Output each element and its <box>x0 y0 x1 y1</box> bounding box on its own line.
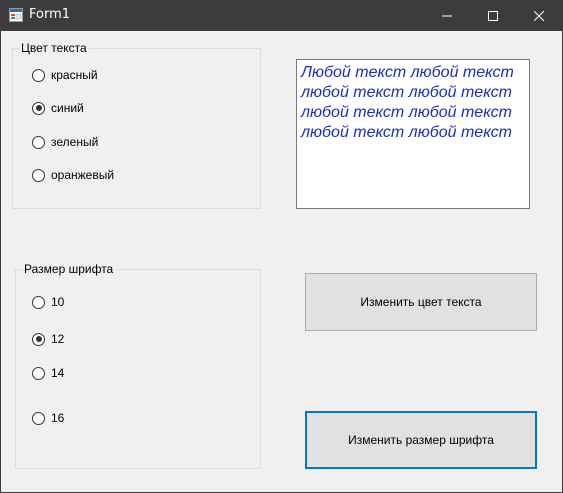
size-radio-10[interactable]: 10 <box>32 295 64 309</box>
radio-label: синий <box>51 101 84 115</box>
form-window: Form1 Цвет текста красный синий зеленый … <box>0 0 563 493</box>
close-button[interactable] <box>516 1 562 31</box>
text-line: любой текст любой текст <box>301 84 512 101</box>
sample-text-box[interactable]: Любой текст любой текст любой текст любо… <box>296 59 530 209</box>
size-radio-12[interactable]: 12 <box>32 332 64 346</box>
minimize-button[interactable] <box>424 1 470 31</box>
radio-button-indicator[interactable] <box>32 332 45 346</box>
change-font-size-button[interactable]: Изменить размер шрифта <box>305 411 537 469</box>
change-color-button[interactable]: Изменить цвет текста <box>305 273 537 331</box>
radio-label: зеленый <box>51 135 99 149</box>
text-line: любой текст любой текст <box>301 124 512 141</box>
maximize-icon <box>488 11 498 21</box>
color-radio-orange[interactable]: оранжевый <box>32 168 114 182</box>
radio-button-indicator[interactable] <box>32 168 45 182</box>
form-icon <box>9 8 23 22</box>
radio-label: 12 <box>51 332 65 346</box>
maximize-button[interactable] <box>470 1 516 31</box>
radio-button-indicator[interactable] <box>32 295 45 309</box>
minimize-icon <box>442 15 452 17</box>
window-title: Form1 <box>29 7 71 22</box>
color-radio-green[interactable]: зеленый <box>32 135 98 149</box>
color-radio-red[interactable]: красный <box>32 68 98 82</box>
close-icon <box>534 11 544 21</box>
size-radio-16[interactable]: 16 <box>32 411 64 425</box>
radio-button-indicator[interactable] <box>32 135 45 149</box>
radio-label: 10 <box>51 295 65 309</box>
text-color-group-caption: Цвет текста <box>19 40 89 56</box>
radio-label: 14 <box>51 366 65 380</box>
text-line: Любой текст любой текст <box>301 64 514 81</box>
text-line: любой текст любой текст <box>301 104 512 121</box>
font-size-group-caption: Размер шрифта <box>22 261 116 277</box>
radio-label: красный <box>51 68 98 82</box>
radio-label: 16 <box>51 411 65 425</box>
radio-button-indicator[interactable] <box>32 68 45 82</box>
color-radio-blue[interactable]: синий <box>32 101 84 115</box>
radio-button-indicator[interactable] <box>32 411 45 425</box>
radio-label: оранжевый <box>51 168 115 182</box>
radio-button-indicator[interactable] <box>32 101 45 115</box>
title-bar[interactable]: Form1 <box>1 1 562 31</box>
size-radio-14[interactable]: 14 <box>32 366 64 380</box>
radio-button-indicator[interactable] <box>32 366 45 380</box>
